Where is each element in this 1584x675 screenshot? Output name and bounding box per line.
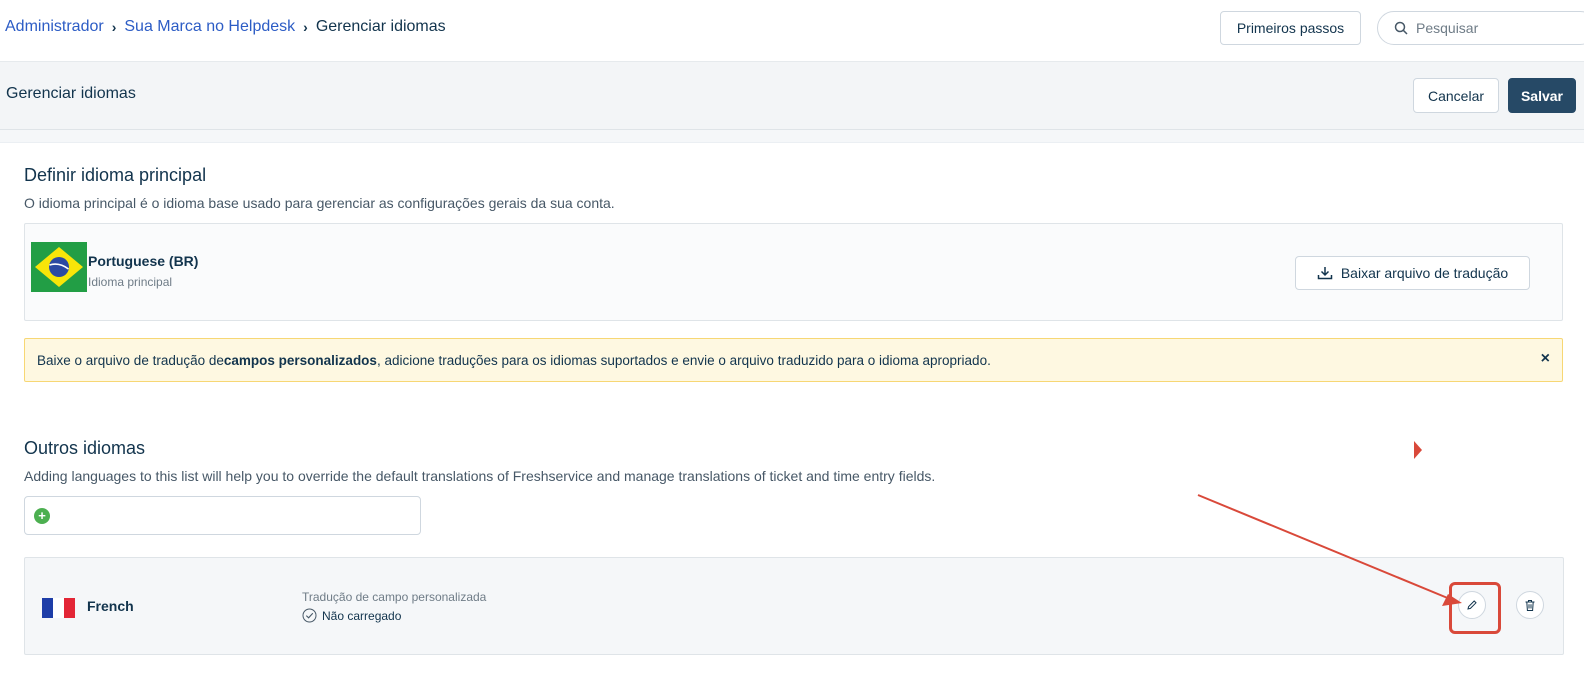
language-row: French Tradução de campo personalizada N… xyxy=(24,557,1564,655)
language-name: French xyxy=(87,598,134,614)
language-status: Não carregado xyxy=(302,608,401,623)
other-languages-description: Adding languages to this list will help … xyxy=(24,468,936,484)
page-header: Gerenciar idiomas xyxy=(0,62,1584,130)
search-input[interactable]: Pesquisar xyxy=(1377,11,1584,45)
check-circle-icon xyxy=(302,608,317,623)
first-steps-button[interactable]: Primeiros passos xyxy=(1220,11,1361,45)
search-icon xyxy=(1394,21,1408,35)
download-translation-button[interactable]: Baixar arquivo de tradução xyxy=(1295,256,1530,290)
chevron-right-icon: › xyxy=(303,19,308,35)
cancel-button[interactable]: Cancelar xyxy=(1413,78,1499,113)
alert-text-after: , adicione traduções para os idiomas sup… xyxy=(376,352,991,368)
primary-language-description: O idioma principal é o idioma base usado… xyxy=(24,195,615,211)
france-flag-icon xyxy=(42,598,75,618)
save-button[interactable]: Salvar xyxy=(1508,78,1576,113)
breadcrumb: Administrador › Sua Marca no Helpdesk › … xyxy=(5,18,446,36)
download-label: Baixar arquivo de tradução xyxy=(1340,265,1509,281)
alert-text-before: Baixe o arquivo de tradução de xyxy=(37,352,224,368)
other-languages-title: Outros idiomas xyxy=(24,438,146,458)
page-title: Gerenciar idiomas xyxy=(6,85,136,102)
brazil-flag-icon xyxy=(31,242,87,292)
primary-language-title: Definir idioma principal xyxy=(24,165,207,185)
language-detail-label: Tradução de campo personalizada xyxy=(302,590,487,604)
trash-icon xyxy=(1525,599,1535,611)
language-status-text: Não carregado xyxy=(322,608,402,623)
alert-text-bold: campos personalizados xyxy=(223,352,377,368)
breadcrumb-current: Gerenciar idiomas xyxy=(315,18,446,35)
info-alert: Baixe o arquivo de tradução de campos pe… xyxy=(24,338,1563,382)
chevron-right-icon: › xyxy=(111,19,117,35)
primary-language-name: Portuguese (BR) xyxy=(88,253,199,269)
primary-language-subtitle: Idioma principal xyxy=(88,275,173,289)
close-icon[interactable]: × xyxy=(1541,350,1550,368)
breadcrumb-sua-marca[interactable]: Sua Marca no Helpdesk xyxy=(124,18,295,36)
add-language-input[interactable]: + xyxy=(24,496,421,535)
plus-icon: + xyxy=(34,508,50,524)
search-placeholder: Pesquisar xyxy=(1416,20,1479,36)
delete-language-button[interactable] xyxy=(1516,591,1544,619)
top-header: Administrador › Sua Marca no Helpdesk › … xyxy=(0,0,1584,62)
download-icon xyxy=(1317,267,1333,280)
annotation-highlight xyxy=(1449,582,1501,634)
breadcrumb-administrador[interactable]: Administrador xyxy=(5,18,104,36)
